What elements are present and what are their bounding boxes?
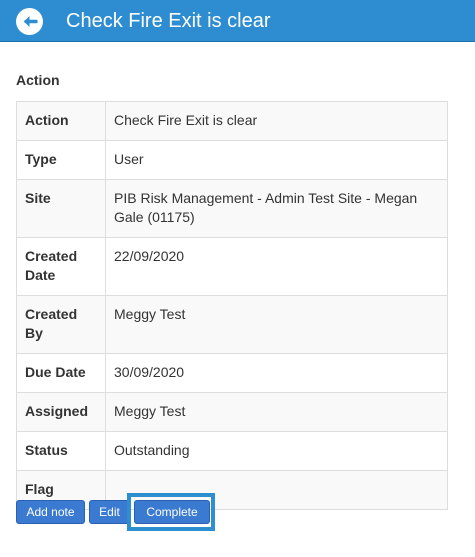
table-row: Assigned Meggy Test <box>16 392 448 432</box>
back-button[interactable] <box>16 8 43 35</box>
row-label-type: Type <box>16 140 106 180</box>
row-label-due-date: Due Date <box>16 353 106 393</box>
row-value-site: PIB Risk Management - Admin Test Site - … <box>105 179 448 238</box>
row-value-created-date: 22/09/2020 <box>105 237 448 296</box>
table-row: Created By Meggy Test <box>16 295 448 354</box>
row-value-status: Outstanding <box>105 431 448 471</box>
table-row: Due Date 30/09/2020 <box>16 353 448 393</box>
table-row: Action Check Fire Exit is clear <box>16 101 448 141</box>
table-row: Created Date 22/09/2020 <box>16 237 448 296</box>
page-title: Check Fire Exit is clear <box>66 10 271 32</box>
page-header: Check Fire Exit is clear <box>0 0 475 42</box>
row-label-action: Action <box>16 101 106 141</box>
row-value-action: Check Fire Exit is clear <box>105 101 448 141</box>
table-row: Type User <box>16 140 448 180</box>
row-value-assigned: Meggy Test <box>105 392 448 432</box>
row-value-created-by: Meggy Test <box>105 295 448 354</box>
complete-button[interactable]: Complete <box>134 500 210 524</box>
section-heading: Action <box>16 72 60 88</box>
action-details-table: Action Check Fire Exit is clear Type Use… <box>16 101 448 510</box>
row-label-created-by: Created By <box>16 295 106 354</box>
table-row: Status Outstanding <box>16 431 448 471</box>
row-label-created-date: Created Date <box>16 237 106 296</box>
edit-button[interactable]: Edit <box>89 500 130 524</box>
row-label-site: Site <box>16 179 106 238</box>
row-value-type: User <box>105 140 448 180</box>
row-value-due-date: 30/09/2020 <box>105 353 448 393</box>
table-row: Site PIB Risk Management - Admin Test Si… <box>16 179 448 238</box>
row-label-status: Status <box>16 431 106 471</box>
row-label-assigned: Assigned <box>16 392 106 432</box>
add-note-button[interactable]: Add note <box>16 500 85 524</box>
